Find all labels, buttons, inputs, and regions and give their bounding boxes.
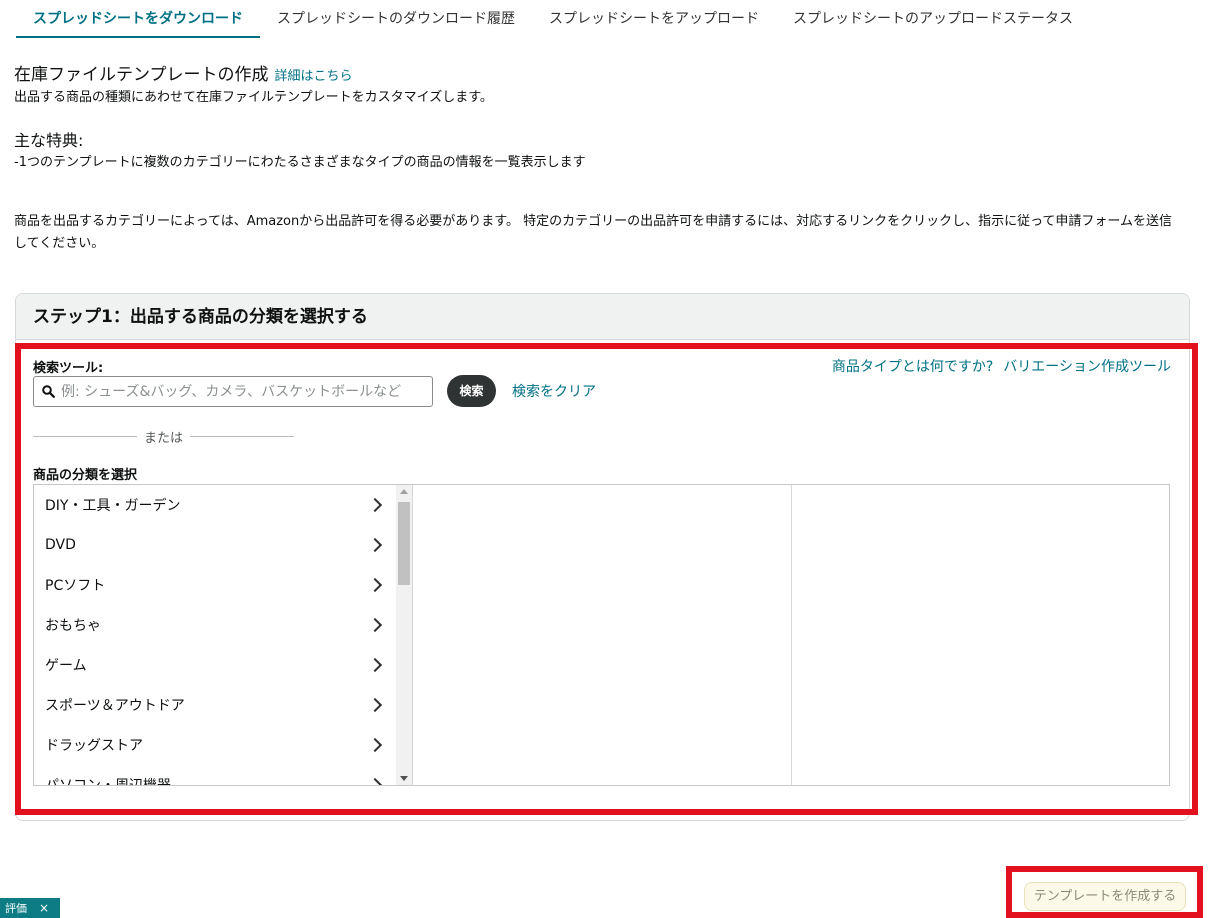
category-item[interactable]: DVD [34,525,396,565]
search-icon [42,385,55,398]
chevron-right-icon [367,657,383,673]
help-links: 商品タイプとは何ですか? バリエーション作成ツール [832,356,1171,376]
scroll-up-arrow-icon[interactable] [400,489,408,494]
category-select-label: 商品の分類を選択 [33,468,138,483]
what-is-product-type-link[interactable]: 商品タイプとは何ですか? [832,356,993,376]
search-button[interactable]: 検索 [447,375,496,407]
close-icon[interactable]: × [39,901,49,915]
category-item-label: ドラッグストア [45,738,143,754]
search-tool-label: 検索ツール: [33,361,104,376]
category-item[interactable]: ドラッグストア [34,725,396,765]
search-field[interactable] [33,376,433,407]
highlight-annotation: テンプレートを作成する [1006,866,1203,918]
category-item[interactable]: DIY・工具・ガーデン [34,485,396,525]
category-item-label: DIY・工具・ガーデン [45,498,181,514]
scroll-thumb[interactable] [398,502,410,585]
category-scrollbar[interactable] [396,485,412,785]
chevron-right-icon [367,737,383,753]
category-item-label: PCソフト [45,578,106,594]
category-item[interactable]: スポーツ＆アウトドア [34,685,396,725]
feedback-label: 評価 [5,902,27,915]
divider-line [33,436,137,437]
category-item-label: パソコン・周辺機器 [45,775,171,785]
chevron-right-icon [367,537,383,553]
features-title: 主な特典: [14,131,84,150]
chevron-right-icon [367,497,383,513]
tab-upload-spreadsheet[interactable]: スプレッドシートをアップロード [532,0,776,38]
category-column-2 [412,485,791,785]
category-browser: DIY・工具・ガーデン DVD PCソフト おもちゃ ゲーム スポーツ＆アウトド… [33,484,1170,786]
divider-line [190,436,294,437]
category-item-label: ゲーム [45,658,87,674]
details-link[interactable]: 詳細はこちら [275,69,353,84]
page-description: 出品する商品の種類にあわせて在庫ファイルテンプレートをカスタマイズします。 [14,90,493,105]
or-text: または [144,431,184,446]
page-title-row: 在庫ファイルテンプレートの作成 詳細はこちら [14,60,353,85]
approval-notice: 商品を出品するカテゴリーによっては、Amazonから出品許可を得る必要があります… [14,214,1173,251]
features-item: -1つのテンプレートに複数のカテゴリーにわたるさまざまなタイプの商品の情報を一覧… [14,155,586,170]
category-item[interactable]: パソコン・周辺機器 [34,765,396,785]
category-column-1: DIY・工具・ガーデン DVD PCソフト おもちゃ ゲーム スポーツ＆アウトド… [34,485,412,785]
or-divider: または [33,426,294,446]
chevron-right-icon [367,577,383,593]
category-item-label: おもちゃ [45,618,101,634]
tab-bar: スプレッドシートをダウンロード スプレッドシートのダウンロード履歴 スプレッドシ… [16,0,1090,38]
tab-upload-status[interactable]: スプレッドシートのアップロードステータス [776,0,1090,38]
feedback-tab[interactable]: 評価 × [0,898,60,918]
chevron-right-icon [367,617,383,633]
category-item[interactable]: おもちゃ [34,605,396,645]
category-column-3 [791,485,1169,785]
category-item-label: スポーツ＆アウトドア [45,698,185,714]
scroll-down-arrow-icon[interactable] [400,776,408,781]
category-item[interactable]: ゲーム [34,645,396,685]
search-input[interactable] [61,383,421,400]
category-item-label: DVD [45,537,76,553]
variation-tool-link[interactable]: バリエーション作成ツール [1003,356,1171,376]
category-item[interactable]: PCソフト [34,565,396,605]
step1-title: ステップ1：出品する商品の分類を選択する [16,294,1189,340]
tab-download-spreadsheet[interactable]: スプレッドシートをダウンロード [16,0,260,38]
page-title: 在庫ファイルテンプレートの作成 [14,65,269,85]
chevron-right-icon [367,777,383,785]
tab-download-history[interactable]: スプレッドシートのダウンロード履歴 [260,0,532,38]
chevron-right-icon [367,697,383,713]
clear-search-link[interactable]: 検索をクリア [512,381,596,401]
create-template-button[interactable]: テンプレートを作成する [1024,882,1186,911]
